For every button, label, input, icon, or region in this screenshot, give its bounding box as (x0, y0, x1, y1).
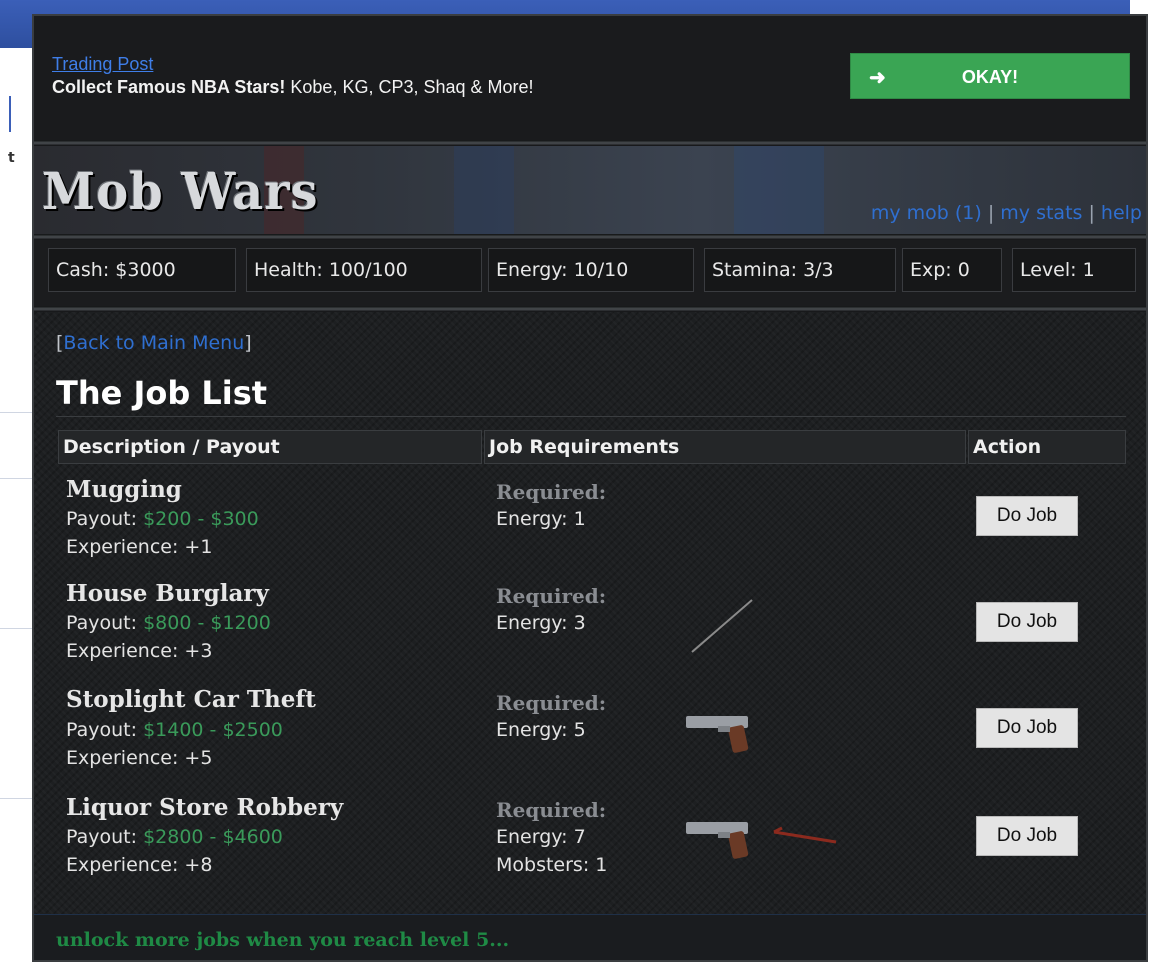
stat-stamina: Stamina: 3/3 (704, 248, 896, 292)
crowbar-icon (691, 599, 753, 653)
requirement-energy: Energy: 5 (496, 719, 586, 741)
page-title: The Job List (56, 374, 268, 412)
stats-bar: Cash: $3000 Health: 100/100 Energy: 10/1… (34, 240, 1146, 306)
background-divider (0, 478, 32, 479)
header-background (454, 146, 514, 238)
okay-button[interactable]: ➜ OKAY! (850, 53, 1130, 99)
do-job-button[interactable]: Do Job (976, 602, 1078, 642)
do-job-button[interactable]: Do Job (976, 816, 1078, 856)
background-divider (0, 798, 32, 799)
requirement-energy: Energy: 3 (496, 612, 586, 634)
bracket-close: ] (244, 332, 252, 354)
game-header: Mob Wars my mob (1) | my stats | help (34, 146, 1146, 238)
okay-button-label: OKAY! (961, 67, 1019, 87)
stat-exp: Exp: 0 (902, 248, 1002, 292)
job-name: Mugging (66, 476, 182, 503)
payout-label: Payout: (66, 508, 138, 530)
job-payout: Payout: $800 - $1200 (66, 612, 271, 634)
payout-label: Payout: (66, 826, 138, 848)
column-header-requirements: Job Requirements (484, 430, 966, 464)
background-divider (0, 628, 32, 629)
unlock-message: unlock more jobs when you reach level 5.… (56, 929, 510, 951)
payout-label: Payout: (66, 719, 138, 741)
promo-banner: Trading Post Collect Famous NBA Stars! K… (34, 16, 1146, 140)
background-bar (9, 96, 11, 132)
background-divider (0, 412, 32, 413)
promo-headline: Collect Famous NBA Stars! (52, 77, 286, 97)
crowbar-icon (773, 826, 837, 844)
do-job-button[interactable]: Do Job (976, 496, 1078, 536)
job-experience: Experience: +3 (66, 640, 213, 662)
my-mob-link[interactable]: my mob (1) (871, 202, 982, 224)
payout-range: $200 - $300 (143, 508, 259, 530)
link-separator: | (1088, 202, 1095, 224)
help-link[interactable]: help (1101, 202, 1142, 224)
stat-cash: Cash: $3000 (48, 248, 236, 292)
pistol-icon (686, 716, 749, 753)
job-name: Liquor Store Robbery (66, 794, 344, 821)
payout-range: $2800 - $4600 (143, 826, 283, 848)
unlock-footer: unlock more jobs when you reach level 5.… (34, 914, 1146, 960)
requirement-energy: Energy: 7 (496, 826, 586, 848)
job-payout: Payout: $1400 - $2500 (66, 719, 283, 741)
stat-energy: Energy: 10/10 (488, 248, 694, 292)
title-divider (56, 416, 1126, 417)
required-label: Required: (496, 798, 607, 822)
link-separator: | (987, 202, 995, 224)
back-to-main-menu-link[interactable]: Back to Main Menu (63, 332, 244, 354)
payout-label: Payout: (66, 612, 138, 634)
promo-detail: Kobe, KG, CP3, Shaq & More! (290, 77, 534, 97)
mob-wars-logo[interactable]: Mob Wars (42, 163, 319, 222)
payout-range: $1400 - $2500 (143, 719, 283, 741)
requirement-energy: Energy: 1 (496, 508, 586, 530)
requirement-mobsters: Mobsters: 1 (496, 854, 608, 876)
job-payout: Payout: $2800 - $4600 (66, 826, 283, 848)
stat-health: Health: 100/100 (246, 248, 482, 292)
job-experience: Experience: +1 (66, 536, 213, 558)
stat-level: Level: 1 (1012, 248, 1136, 292)
job-name: Stoplight Car Theft (66, 686, 316, 713)
mob-wars-app: Trading Post Collect Famous NBA Stars! K… (32, 14, 1148, 962)
job-payout: Payout: $200 - $300 (66, 508, 259, 530)
back-nav: [Back to Main Menu] (56, 332, 252, 354)
required-label: Required: (496, 691, 607, 715)
background-page: t (0, 48, 32, 973)
job-name: House Burglary (66, 580, 269, 607)
do-job-button[interactable]: Do Job (976, 708, 1078, 748)
background-text: t (8, 150, 15, 166)
header-background (734, 146, 824, 238)
column-header-action: Action (968, 430, 1126, 464)
pistol-icon (686, 822, 749, 859)
promo-text: Collect Famous NBA Stars! Kobe, KG, CP3,… (52, 77, 534, 98)
my-stats-link[interactable]: my stats (1000, 202, 1082, 224)
column-header-description: Description / Payout (58, 430, 482, 464)
job-experience: Experience: +8 (66, 854, 213, 876)
divider (34, 306, 1146, 312)
header-links: my mob (1) | my stats | help (871, 202, 1142, 224)
payout-range: $800 - $1200 (143, 612, 271, 634)
required-label: Required: (496, 480, 607, 504)
trading-post-link[interactable]: Trading Post (52, 54, 153, 75)
required-label: Required: (496, 584, 607, 608)
job-experience: Experience: +5 (66, 747, 213, 769)
